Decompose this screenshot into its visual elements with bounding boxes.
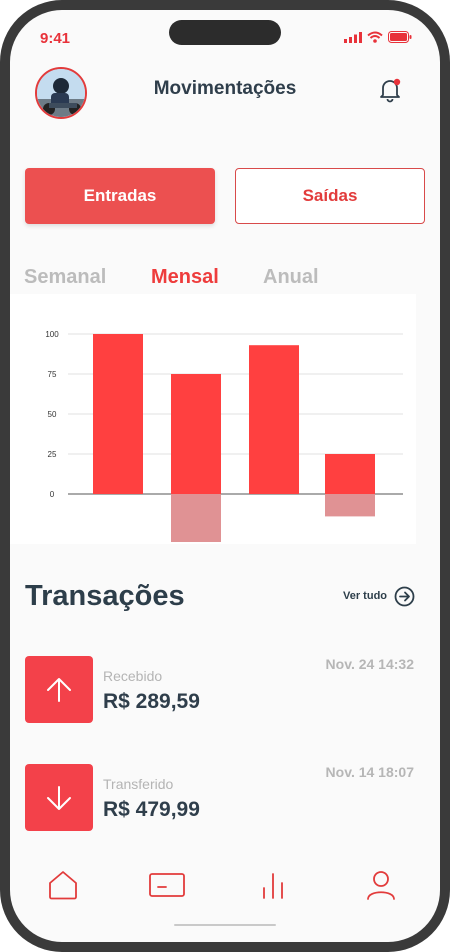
chart-bar-positive xyxy=(171,374,221,494)
transaction-label: Transferido xyxy=(103,776,174,792)
tab-cards[interactable] xyxy=(148,868,186,907)
chart-icon xyxy=(263,873,283,899)
battery-icon xyxy=(388,31,412,43)
arrow-up-icon xyxy=(47,677,71,702)
arrow-down-icon xyxy=(47,785,71,810)
tab-anual[interactable]: Anual xyxy=(263,266,319,289)
transaction-amount: R$ 479,99 xyxy=(103,798,200,821)
tab-profile[interactable] xyxy=(364,868,398,907)
transaction-row[interactable]: Transferido R$ 479,99 Nov. 14 18:07 xyxy=(10,764,440,834)
entradas-button[interactable]: Entradas xyxy=(25,168,215,224)
phone-frame: 9:41 Movimentações Entradas Saídas Seman… xyxy=(0,0,450,952)
arrow-right-circle-icon xyxy=(394,586,415,607)
status-time: 9:41 xyxy=(40,30,71,47)
notification-button[interactable] xyxy=(377,77,403,108)
chart-bar-negative xyxy=(325,494,375,517)
transaction-row[interactable]: Recebido R$ 289,59 Nov. 24 14:32 xyxy=(10,656,440,726)
chart-y-tick-label: 0 xyxy=(50,490,55,499)
card-icon xyxy=(149,873,185,897)
page-title: Movimentações xyxy=(153,78,297,99)
tab-semanal[interactable]: Semanal xyxy=(24,266,106,289)
signal-icon xyxy=(344,31,362,43)
transaction-date: Nov. 14 18:07 xyxy=(325,764,414,780)
wifi-icon xyxy=(367,31,383,43)
home-icon xyxy=(49,871,77,900)
tab-stats[interactable] xyxy=(258,868,288,907)
chart-bar-positive xyxy=(325,454,375,494)
saidas-button[interactable]: Saídas xyxy=(235,168,425,224)
chart-bar-positive xyxy=(249,345,299,494)
camera-notch xyxy=(169,20,281,45)
home-indicator xyxy=(174,924,276,926)
transaction-label: Recebido xyxy=(103,668,163,684)
screen: 9:41 Movimentações Entradas Saídas Seman… xyxy=(10,10,440,942)
bar-chart: 0 25 50 75 100 xyxy=(45,330,403,542)
chart-bar-positive xyxy=(93,334,143,494)
chart-bar-negative xyxy=(171,494,221,542)
bottom-tab-bar xyxy=(10,860,440,920)
status-icons xyxy=(344,31,412,43)
transactions-title: Transações xyxy=(25,580,185,612)
see-all-button[interactable] xyxy=(394,586,415,612)
transaction-icon-box xyxy=(25,764,93,831)
tab-home[interactable] xyxy=(46,868,80,907)
chart-y-tick-label: 50 xyxy=(48,410,57,419)
transaction-date: Nov. 24 14:32 xyxy=(325,656,414,672)
chart-card: 0 25 50 75 100 xyxy=(10,294,416,544)
chart-y-tick-label: 25 xyxy=(48,450,57,459)
chart-y-tick-label: 100 xyxy=(45,330,59,339)
see-all-link[interactable]: Ver tudo xyxy=(343,590,387,602)
chart-y-tick-label: 75 xyxy=(48,370,57,379)
tab-mensal[interactable]: Mensal xyxy=(151,266,219,289)
transaction-icon-box xyxy=(25,656,93,723)
user-icon xyxy=(367,871,395,900)
transaction-amount: R$ 289,59 xyxy=(103,690,200,713)
bell-icon xyxy=(380,78,401,103)
